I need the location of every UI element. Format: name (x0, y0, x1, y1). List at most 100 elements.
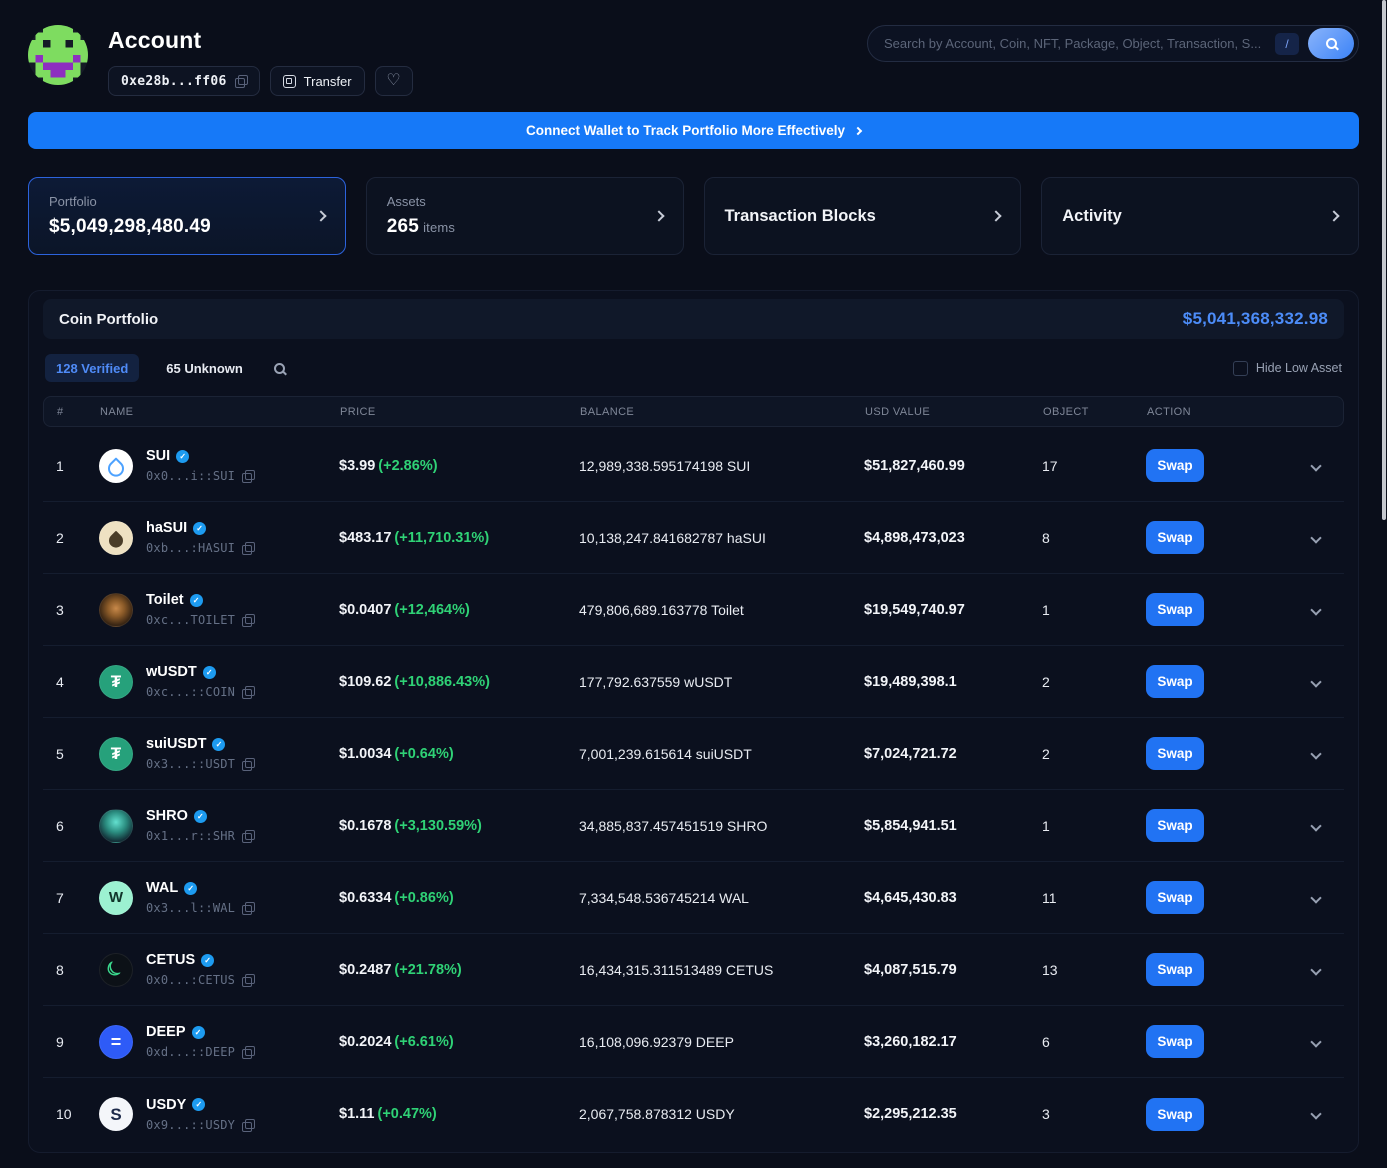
table-header: # NAME PRICE BALANCE USD VALUE OBJECT AC… (43, 396, 1344, 427)
search-input[interactable]: Search by Account, Coin, NFT, Package, O… (884, 36, 1266, 51)
coin-change: (+2.86%) (378, 458, 437, 474)
row-index: 10 (56, 1106, 99, 1122)
coin-balance: 7,001,239.615614 suiUSDT (579, 746, 864, 762)
favorite-button[interactable] (375, 66, 413, 96)
chevron-down-icon[interactable] (1310, 820, 1321, 831)
copy-icon[interactable] (235, 75, 247, 87)
coin-object-count[interactable]: 8 (1042, 530, 1146, 546)
copy-icon[interactable] (242, 542, 254, 554)
coin-address[interactable]: 0x3...l::WAL (146, 901, 235, 915)
chevron-right-icon (854, 126, 862, 134)
coin-name[interactable]: suiUSDT (146, 736, 206, 752)
coin-object-count[interactable]: 1 (1042, 602, 1146, 618)
table-row: 9 = DEEP 0xd...::DEEP $0.2024(+6.61%) 16… (43, 1006, 1344, 1078)
chevron-down-icon[interactable] (1310, 604, 1321, 615)
copy-icon[interactable] (242, 902, 254, 914)
swap-button[interactable]: Swap (1146, 665, 1204, 698)
coin-name[interactable]: WAL (146, 880, 178, 896)
chevron-down-icon[interactable] (1310, 460, 1321, 471)
coin-price: $0.2024 (339, 1034, 391, 1050)
coin-address[interactable]: 0x0...:CETUS (146, 973, 235, 987)
search-button[interactable] (1308, 28, 1354, 59)
coin-object-count[interactable]: 2 (1042, 746, 1146, 762)
chevron-down-icon[interactable] (1310, 892, 1321, 903)
table-row: 2 haSUI 0xb...:HASUI $483.17(+11,710.31%… (43, 502, 1344, 574)
coin-address[interactable]: 0x3...::USDT (146, 757, 235, 771)
coin-icon-glyph: S (110, 1106, 121, 1123)
copy-icon[interactable] (242, 614, 254, 626)
table-search-icon[interactable] (274, 363, 285, 374)
copy-icon[interactable] (242, 1119, 254, 1131)
swap-button[interactable]: Swap (1146, 881, 1204, 914)
coin-address[interactable]: 0x1...r::SHR (146, 829, 235, 843)
swap-button[interactable]: Swap (1146, 449, 1204, 482)
chevron-right-icon (315, 210, 326, 221)
swap-button[interactable]: Swap (1146, 1025, 1204, 1058)
coin-address[interactable]: 0x0...i::SUI (146, 469, 235, 483)
coin-name[interactable]: SHRO (146, 808, 188, 824)
swap-button[interactable]: Swap (1146, 593, 1204, 626)
row-index: 8 (56, 962, 99, 978)
chevron-down-icon[interactable] (1310, 676, 1321, 687)
coin-object-count[interactable]: 11 (1042, 890, 1146, 906)
verified-icon (190, 594, 203, 607)
coin-balance: 177,792.637559 wUSDT (579, 674, 864, 690)
copy-icon[interactable] (242, 686, 254, 698)
account-address-chip[interactable]: 0xe28b...ff06 (108, 66, 260, 96)
coin-name[interactable]: USDY (146, 1097, 186, 1113)
coin-object-count[interactable]: 17 (1042, 458, 1146, 474)
coin-address[interactable]: 0xd...::DEEP (146, 1045, 235, 1059)
tab-verified[interactable]: 128 Verified (45, 354, 139, 382)
chevron-down-icon[interactable] (1310, 748, 1321, 759)
chevron-down-icon[interactable] (1310, 1036, 1321, 1047)
verified-icon (192, 1026, 205, 1039)
coin-name[interactable]: DEEP (146, 1024, 186, 1040)
search-bar[interactable]: Search by Account, Coin, NFT, Package, O… (867, 25, 1359, 62)
tab-unknown[interactable]: 65 Unknown (155, 354, 254, 382)
coin-icon: ₮ (99, 737, 133, 771)
coin-name[interactable]: SUI (146, 448, 170, 464)
coin-address[interactable]: 0xb...:HASUI (146, 541, 235, 555)
connect-wallet-banner[interactable]: Connect Wallet to Track Portfolio More E… (28, 112, 1359, 149)
coin-name[interactable]: haSUI (146, 520, 187, 536)
copy-icon[interactable] (242, 758, 254, 770)
coin-change: (+11,710.31%) (394, 530, 489, 546)
card-transaction-blocks[interactable]: Transaction Blocks (704, 177, 1022, 255)
swap-button[interactable]: Swap (1146, 953, 1204, 986)
card-assets[interactable]: Assets 265items (366, 177, 684, 255)
chevron-down-icon[interactable] (1310, 1108, 1321, 1119)
copy-icon[interactable] (242, 974, 254, 986)
copy-icon[interactable] (242, 830, 254, 842)
swap-button[interactable]: Swap (1146, 809, 1204, 842)
coin-address[interactable]: 0x9...::USDY (146, 1118, 235, 1132)
copy-icon[interactable] (242, 470, 254, 482)
chevron-down-icon[interactable] (1310, 964, 1321, 975)
coin-name[interactable]: Toilet (146, 592, 184, 608)
coin-name[interactable]: wUSDT (146, 664, 197, 680)
swap-button[interactable]: Swap (1146, 737, 1204, 770)
transfer-button[interactable]: Transfer (270, 66, 365, 96)
coin-object-count[interactable]: 2 (1042, 674, 1146, 690)
coin-balance: 12,989,338.595174198 SUI (579, 458, 864, 474)
verified-icon (201, 954, 214, 967)
coin-object-count[interactable]: 13 (1042, 962, 1146, 978)
chevron-down-icon[interactable] (1310, 532, 1321, 543)
coin-address[interactable]: 0xc...::COIN (146, 685, 235, 699)
coin-name[interactable]: CETUS (146, 952, 195, 968)
card-activity[interactable]: Activity (1041, 177, 1359, 255)
card-portfolio[interactable]: Portfolio $5,049,298,480.49 (28, 177, 346, 255)
banner-text: Connect Wallet to Track Portfolio More E… (526, 123, 845, 138)
coin-object-count[interactable]: 6 (1042, 1034, 1146, 1050)
hide-low-asset-checkbox[interactable] (1233, 361, 1248, 376)
coin-price: $483.17 (339, 530, 391, 546)
coin-balance: 10,138,247.841682787 haSUI (579, 530, 864, 546)
coin-price: $1.11 (339, 1106, 375, 1122)
coin-portfolio-header: Coin Portfolio $5,041,368,332.98 (43, 299, 1344, 339)
coin-object-count[interactable]: 1 (1042, 818, 1146, 834)
coin-address[interactable]: 0xc...TOILET (146, 613, 235, 627)
swap-button[interactable]: Swap (1146, 521, 1204, 554)
scrollbar[interactable] (1382, 0, 1386, 520)
swap-button[interactable]: Swap (1146, 1098, 1204, 1131)
coin-object-count[interactable]: 3 (1042, 1106, 1146, 1122)
copy-icon[interactable] (242, 1046, 254, 1058)
